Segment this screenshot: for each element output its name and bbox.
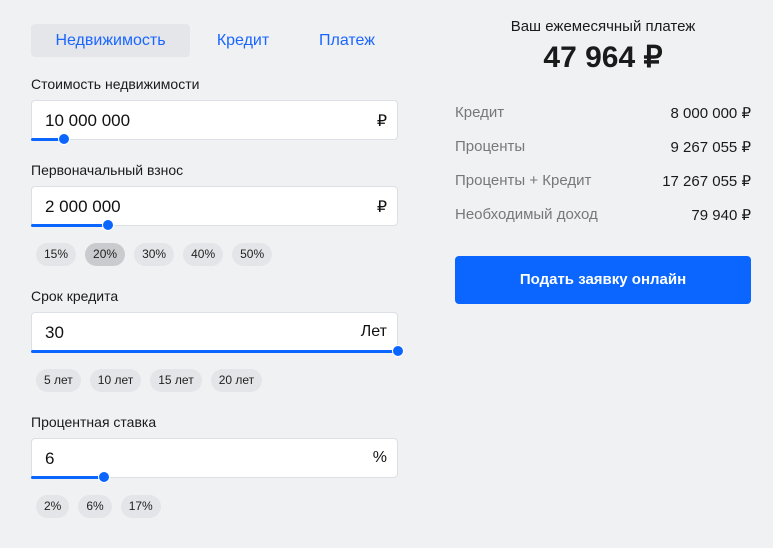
cost-slider[interactable] <box>31 133 398 145</box>
chip-20-years[interactable]: 20 лет <box>210 369 263 392</box>
apply-online-button[interactable]: Подать заявку онлайн <box>455 256 751 304</box>
row-label: Необходимый доход <box>455 206 598 223</box>
term-value: 30 <box>45 323 64 342</box>
chip-40[interactable]: 40% <box>183 243 224 266</box>
row-value: 79 940 ₽ <box>691 207 751 224</box>
term-chips: 5 лет 10 лет 15 лет 20 лет <box>36 369 263 392</box>
row-label: Проценты + Кредит <box>455 172 592 189</box>
down-payment-slider[interactable] <box>31 219 398 231</box>
chip-2-percent[interactable]: 2% <box>36 495 70 518</box>
slider-thumb[interactable] <box>58 133 71 145</box>
rate-chips: 2% 6% 17% <box>36 495 161 518</box>
rate-input[interactable]: 6% <box>31 438 398 478</box>
slider-thumb[interactable] <box>98 471 111 483</box>
chip-15[interactable]: 15% <box>36 243 77 266</box>
chip-50[interactable]: 50% <box>232 243 273 266</box>
chip-10-years[interactable]: 10 лет <box>89 369 142 392</box>
summary-row-credit: Кредит 8 000 000 ₽ <box>455 104 751 122</box>
slider-fill <box>31 350 398 353</box>
down-payment-value: 2 000 000 <box>45 197 121 216</box>
summary-row-income: Необходимый доход 79 940 ₽ <box>455 206 751 224</box>
percent-unit: % <box>372 449 387 466</box>
rate-value: 6 <box>45 449 55 468</box>
chip-17-percent[interactable]: 17% <box>120 495 161 518</box>
row-label: Проценты <box>455 138 526 155</box>
term-slider[interactable] <box>31 345 404 357</box>
down-payment-chips: 15% 20% 30% 40% 50% <box>36 243 273 266</box>
row-label: Кредит <box>455 104 505 121</box>
ruble-unit: ₽ <box>376 199 387 216</box>
tab-payment[interactable]: Платеж <box>305 24 389 57</box>
rate-slider[interactable] <box>31 471 398 483</box>
chip-6-percent[interactable]: 6% <box>78 495 112 518</box>
monthly-payment-amount: 47 964 ₽ <box>543 41 663 74</box>
down-payment-input[interactable]: 2 000 000 ₽ <box>31 186 398 226</box>
summary-row-total: Проценты + Кредит 17 267 055 ₽ <box>455 172 751 190</box>
tab-realty[interactable]: Недвижимость <box>31 24 190 57</box>
row-value: 17 267 055 ₽ <box>662 173 751 190</box>
cost-value: 10 000 000 <box>45 111 131 130</box>
down-payment-label: Первоначальный взнос <box>31 162 184 178</box>
cost-input[interactable]: 10 000 000 ₽ <box>31 100 398 140</box>
ruble-unit: ₽ <box>376 113 387 130</box>
row-value: 8 000 000 ₽ <box>670 105 751 122</box>
row-value: 9 267 055 ₽ <box>670 139 751 156</box>
summary-row-interest: Проценты 9 267 055 ₽ <box>455 138 751 156</box>
monthly-payment-title: Ваш ежемесячный платеж <box>510 18 696 35</box>
rate-label: Процентная ставка <box>31 414 157 430</box>
years-unit: Лет <box>360 323 387 340</box>
chip-15-years[interactable]: 15 лет <box>150 369 202 392</box>
cost-label: Стоимость недвижимости <box>31 76 200 92</box>
term-label: Срок кредита <box>31 288 119 304</box>
slider-thumb[interactable] <box>392 345 404 357</box>
chip-30[interactable]: 30% <box>134 243 175 266</box>
slider-fill <box>31 224 109 227</box>
tab-credit[interactable]: Кредит <box>200 24 286 57</box>
chip-20[interactable]: 20% <box>85 243 126 266</box>
chip-5-years[interactable]: 5 лет <box>36 369 81 392</box>
term-input[interactable]: 30 Лет <box>31 312 398 352</box>
slider-thumb[interactable] <box>102 219 115 231</box>
slider-fill <box>31 476 105 479</box>
